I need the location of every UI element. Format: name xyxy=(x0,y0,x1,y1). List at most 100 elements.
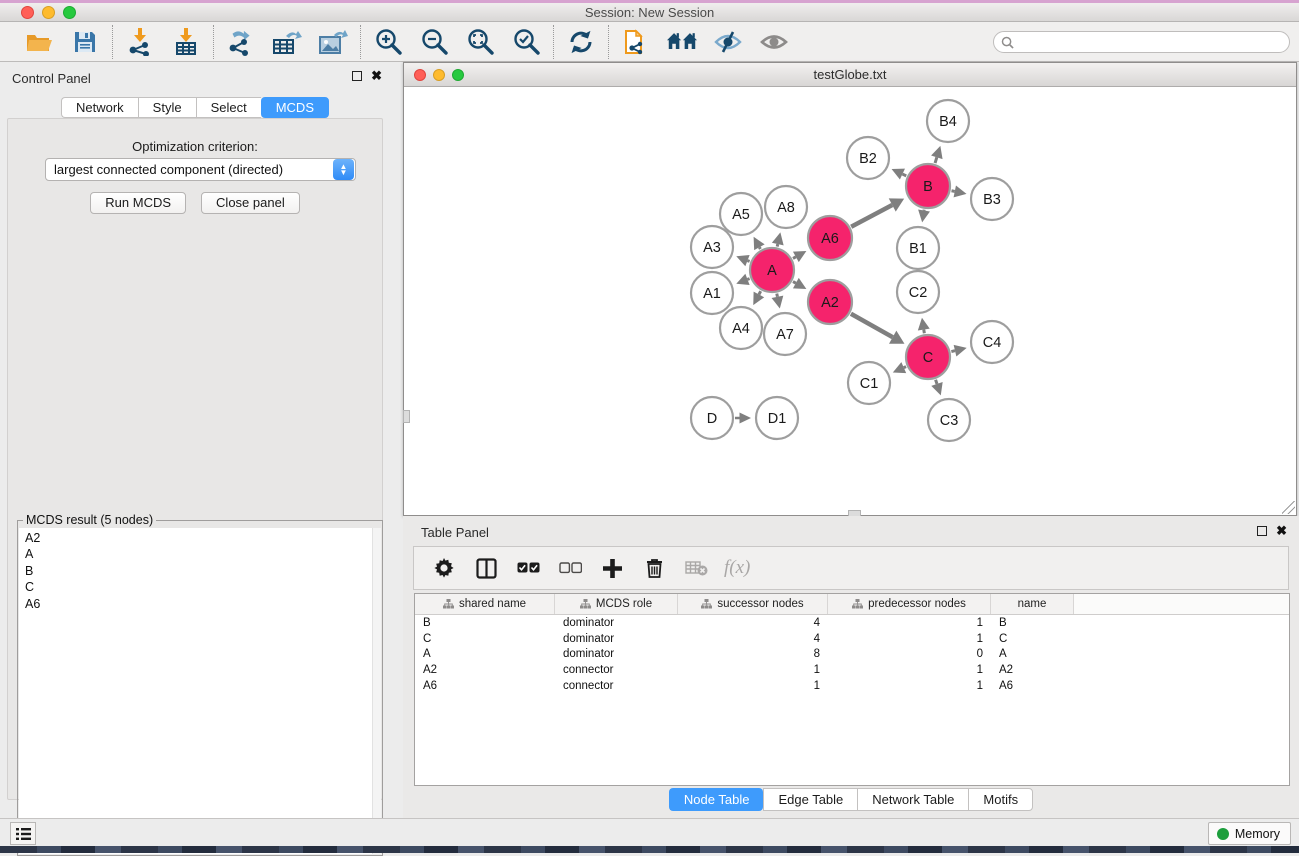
zoom-selected-icon[interactable] xyxy=(511,27,541,57)
table-cell[interactable]: A6 xyxy=(415,680,555,692)
column-header-shared-name[interactable]: shared name xyxy=(415,594,555,614)
delete-column-icon[interactable] xyxy=(640,554,668,582)
run-mcds-button[interactable]: Run MCDS xyxy=(90,192,186,214)
table-cell[interactable]: dominator xyxy=(555,648,678,660)
close-panel-button[interactable]: Close panel xyxy=(201,192,300,214)
show-eye-icon[interactable] xyxy=(759,27,789,57)
network-node-A3[interactable]: A3 xyxy=(691,226,733,268)
network-node-B2[interactable]: B2 xyxy=(847,137,889,179)
network-maximize-button[interactable] xyxy=(452,69,464,81)
table-cell[interactable]: connector xyxy=(555,680,678,692)
tab-motifs[interactable]: Motifs xyxy=(968,788,1033,811)
network-node-A[interactable]: A xyxy=(750,248,794,292)
delete-table-icon[interactable] xyxy=(682,554,710,582)
table-cell[interactable]: A xyxy=(415,648,555,660)
tab-node-table[interactable]: Node Table xyxy=(669,788,764,811)
table-row[interactable]: A6connector11A6 xyxy=(415,678,1289,694)
network-node-B4[interactable]: B4 xyxy=(927,100,969,142)
network-node-A7[interactable]: A7 xyxy=(764,313,806,355)
zoom-out-icon[interactable] xyxy=(419,27,449,57)
close-window-button[interactable] xyxy=(21,6,34,19)
table-row[interactable]: A2connector11A2 xyxy=(415,662,1289,678)
table-cell[interactable]: C xyxy=(991,633,1074,645)
network-node-B3[interactable]: B3 xyxy=(971,178,1013,220)
import-network-icon[interactable] xyxy=(125,27,155,57)
mcds-result-item[interactable]: A xyxy=(25,546,372,562)
network-edge-B-B2[interactable] xyxy=(902,174,906,176)
resize-grip-icon[interactable] xyxy=(1282,501,1295,514)
network-edge-A-A4[interactable] xyxy=(759,291,761,294)
tab-style[interactable]: Style xyxy=(138,97,196,118)
table-row[interactable]: Cdominator41C xyxy=(415,631,1289,647)
table-cell[interactable]: dominator xyxy=(555,617,678,629)
network-node-A5[interactable]: A5 xyxy=(720,193,762,235)
table-cell[interactable]: connector xyxy=(555,664,678,676)
network-node-D1[interactable]: D1 xyxy=(756,397,798,439)
table-cell[interactable]: 1 xyxy=(678,664,828,676)
network-node-C3[interactable]: C3 xyxy=(928,399,970,441)
close-table-panel-icon[interactable]: ✖ xyxy=(1276,526,1287,536)
refresh-icon[interactable] xyxy=(566,27,596,57)
mcds-result-item[interactable]: C xyxy=(25,579,372,595)
table-cell[interactable]: A2 xyxy=(991,664,1074,676)
new-network-icon[interactable] xyxy=(621,27,651,57)
table-cell[interactable]: B xyxy=(415,617,555,629)
table-row[interactable]: Bdominator41B xyxy=(415,615,1289,631)
mcds-result-item[interactable]: A6 xyxy=(25,596,372,612)
table-cell[interactable]: 1 xyxy=(828,664,991,676)
search-input[interactable] xyxy=(1018,35,1289,49)
open-session-icon[interactable] xyxy=(24,27,54,57)
float-panel-icon[interactable] xyxy=(352,71,362,81)
tab-network[interactable]: Network xyxy=(61,97,138,118)
tab-mcds[interactable]: MCDS xyxy=(261,97,329,118)
table-cell[interactable]: 1 xyxy=(828,633,991,645)
network-edge-B-B3[interactable] xyxy=(952,191,955,192)
close-panel-icon[interactable]: ✖ xyxy=(371,71,382,81)
network-canvas[interactable]: B4B2BB3A5A8A6A3B1AA1C2A2A4A7C4CC1DD1C3 xyxy=(404,87,1296,515)
network-edge-A-A2[interactable] xyxy=(793,282,796,284)
mcds-result-list[interactable]: A2ABCA6 xyxy=(19,528,372,854)
zoom-in-icon[interactable] xyxy=(373,27,403,57)
mcds-result-item[interactable]: A2 xyxy=(25,530,372,546)
zoom-fit-icon[interactable] xyxy=(465,27,495,57)
network-close-button[interactable] xyxy=(414,69,426,81)
table-cell[interactable]: 1 xyxy=(678,680,828,692)
export-table-icon[interactable] xyxy=(272,27,302,57)
network-node-B1[interactable]: B1 xyxy=(897,227,939,269)
column-header-MCDS-role[interactable]: MCDS role xyxy=(555,594,678,614)
add-column-icon[interactable] xyxy=(598,554,626,582)
result-scrollbar[interactable] xyxy=(372,528,381,854)
network-node-B[interactable]: B xyxy=(906,164,950,208)
column-header-name[interactable]: name xyxy=(991,594,1074,614)
network-edge-A-A8[interactable] xyxy=(777,244,778,246)
network-edge-A-A6[interactable] xyxy=(793,257,796,259)
export-image-icon[interactable] xyxy=(318,27,348,57)
network-node-C4[interactable]: C4 xyxy=(971,321,1013,363)
table-cell[interactable]: B xyxy=(991,617,1074,629)
table-cell[interactable]: C xyxy=(415,633,555,645)
task-history-button[interactable] xyxy=(10,822,36,845)
network-node-A2[interactable]: A2 xyxy=(808,280,852,324)
network-edge-A-A1[interactable] xyxy=(747,279,749,280)
export-network-icon[interactable] xyxy=(226,27,256,57)
network-node-A6[interactable]: A6 xyxy=(808,216,852,260)
table-cell[interactable]: A6 xyxy=(991,680,1074,692)
network-edge-C-C2[interactable] xyxy=(924,330,925,334)
select-all-icon[interactable] xyxy=(514,554,542,582)
table-cell[interactable]: 1 xyxy=(828,680,991,692)
minimize-window-button[interactable] xyxy=(42,6,55,19)
hide-eye-icon[interactable] xyxy=(713,27,743,57)
float-table-panel-icon[interactable] xyxy=(1257,526,1267,536)
network-node-A1[interactable]: A1 xyxy=(691,272,733,314)
import-table-icon[interactable] xyxy=(171,27,201,57)
table-cell[interactable]: 0 xyxy=(828,648,991,660)
column-header-successor-nodes[interactable]: successor nodes xyxy=(678,594,828,614)
table-cell[interactable]: 4 xyxy=(678,633,828,645)
search-field[interactable] xyxy=(993,31,1290,53)
deselect-all-icon[interactable] xyxy=(556,554,584,582)
network-window-titlebar[interactable]: testGlobe.txt xyxy=(404,63,1296,87)
network-edge-A-A5[interactable] xyxy=(759,247,760,249)
optimization-criterion-dropdown[interactable]: largest connected component (directed) ▲… xyxy=(45,158,356,181)
network-edge-A2-C[interactable] xyxy=(851,314,893,337)
mcds-result-item[interactable]: B xyxy=(25,563,372,579)
